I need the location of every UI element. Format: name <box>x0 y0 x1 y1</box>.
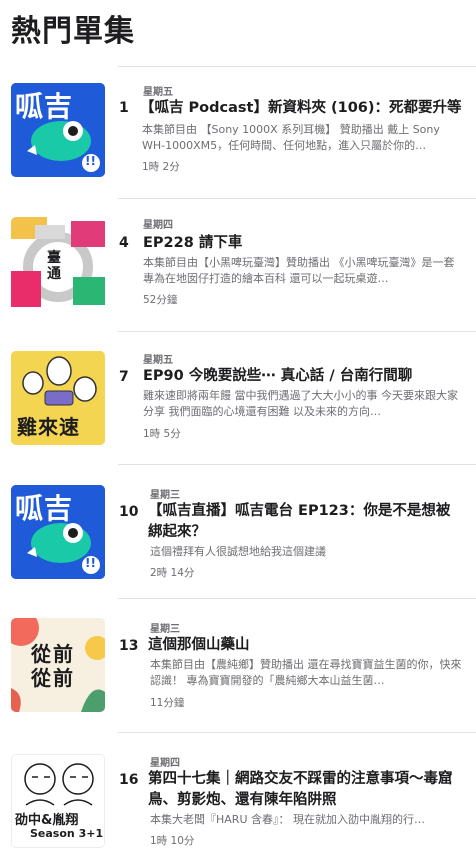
episode-rank: 7 <box>119 369 129 385</box>
episode-description: 這個禮拜有人很誠想地給我這個建議 <box>150 545 326 558</box>
episode-duration: 11分鐘 <box>150 697 185 709</box>
podcast-artwork-shaozhong[interactable]: 劭中&胤翔 Season 3+1 <box>11 754 105 848</box>
page-title: 熱門單集 <box>11 14 135 49</box>
artwork-text: 呱吉 <box>15 492 74 525</box>
episode-title[interactable]: 【呱吉直播】呱吉電台 EP123：你是不是想被綁起來？ <box>148 501 458 543</box>
episode-day: 星期五 <box>143 87 173 98</box>
episode-row[interactable]: 呱吉 !! 星期三 10 【呱吉直播】呱吉電台 EP123：你是不是想被綁起來？… <box>0 464 476 598</box>
episode-title[interactable]: EP90 今晚要說些⋯ 真心話 / 台南行間聊 <box>143 366 463 387</box>
episode-description: 本集大老闆『HARU 含春』： 現在就加入劭中胤翔的行… <box>150 813 425 826</box>
podcast-artwork-guaji[interactable]: 呱吉 !! <box>11 83 105 177</box>
episode-row[interactable]: 呱吉 !! 星期五 1 【呱吉 Podcast】新資料夾 (106)：死都要升等… <box>0 66 476 198</box>
episode-duration: 52分鐘 <box>143 294 178 306</box>
episode-row[interactable]: 從前從前 星期三 13 這個那個山藥山 本集節目由【農純鄉】贊助播出 還在尋找寶… <box>0 598 476 732</box>
podcast-artwork-guaji[interactable]: 呱吉 !! <box>11 485 105 579</box>
episode-title[interactable]: 這個那個山藥山 <box>148 635 468 656</box>
episode-duration: 1時 5分 <box>143 428 181 440</box>
episode-rank: 16 <box>119 772 139 788</box>
episode-title[interactable]: 第四十七集｜網路交友不踩雷的注意事項～毒窟鳥、剪影炮、還有陳年陷阱照 <box>148 769 466 811</box>
artwork-text: 呱吉 <box>15 90 74 123</box>
episode-row[interactable]: 雞來速 星期五 7 EP90 今晚要說些⋯ 真心話 / 台南行間聊 雞來速即將兩… <box>0 331 476 464</box>
episode-description: 本集節目由 【Sony 1000X 系列耳機】 贊助播出 戴上 Sony WH-… <box>142 123 440 152</box>
episode-rank: 10 <box>119 504 139 520</box>
episode-day: 星期四 <box>143 220 173 231</box>
artwork-badge: !! <box>85 154 96 168</box>
episode-day: 星期三 <box>150 490 180 501</box>
artwork-text: 劭中&胤翔 <box>15 813 79 828</box>
episode-description: 本集節目由【農純鄉】贊助播出 還在尋找寶寶益生菌的你，快來認識！ 專為寶寶開發的… <box>150 658 462 687</box>
podcast-artwork-jilaisu[interactable]: 雞來速 <box>11 351 105 445</box>
episode-rank: 4 <box>119 235 129 251</box>
artwork-text: 雞來速 <box>17 415 80 439</box>
episode-day: 星期三 <box>150 624 180 635</box>
artwork-subtitle: Season 3+1 <box>30 827 104 840</box>
artwork-badge: !! <box>85 556 96 570</box>
episode-day: 星期四 <box>150 758 180 769</box>
artwork-text: 臺通 <box>47 250 61 282</box>
episode-description: 本集節目由【小黑啤玩臺灣】贊助播出 《小黑啤玩臺灣》是一套專為在地囡仔打造的繪本… <box>143 256 455 285</box>
episode-description: 雞來速即將兩年饅 當中我們遇過了大大小小的事 今天要來跟大家分享 我們面臨的心境… <box>143 389 458 418</box>
episode-row[interactable]: 劭中&胤翔 Season 3+1 星期四 16 第四十七集｜網路交友不踩雷的注意… <box>0 732 476 866</box>
episode-rank: 1 <box>119 100 129 116</box>
artwork-text: 從前從前 <box>31 642 75 690</box>
episode-duration: 2時 14分 <box>150 567 195 579</box>
episode-duration: 1時 2分 <box>142 161 180 173</box>
episode-day: 星期五 <box>143 355 173 366</box>
episode-title[interactable]: 【呱吉 Podcast】新資料夾 (106)：死都要升等 <box>140 98 470 119</box>
episode-title[interactable]: EP228 請下車 <box>143 233 463 254</box>
podcast-artwork-congqian[interactable]: 從前從前 <box>11 618 105 712</box>
podcast-artwork-taitong[interactable]: 臺通 <box>11 217 105 311</box>
episode-row[interactable]: 臺通 星期四 4 EP228 請下車 本集節目由【小黑啤玩臺灣】贊助播出 《小黑… <box>0 198 476 331</box>
episode-duration: 1時 10分 <box>150 835 195 847</box>
episode-rank: 13 <box>119 638 139 654</box>
